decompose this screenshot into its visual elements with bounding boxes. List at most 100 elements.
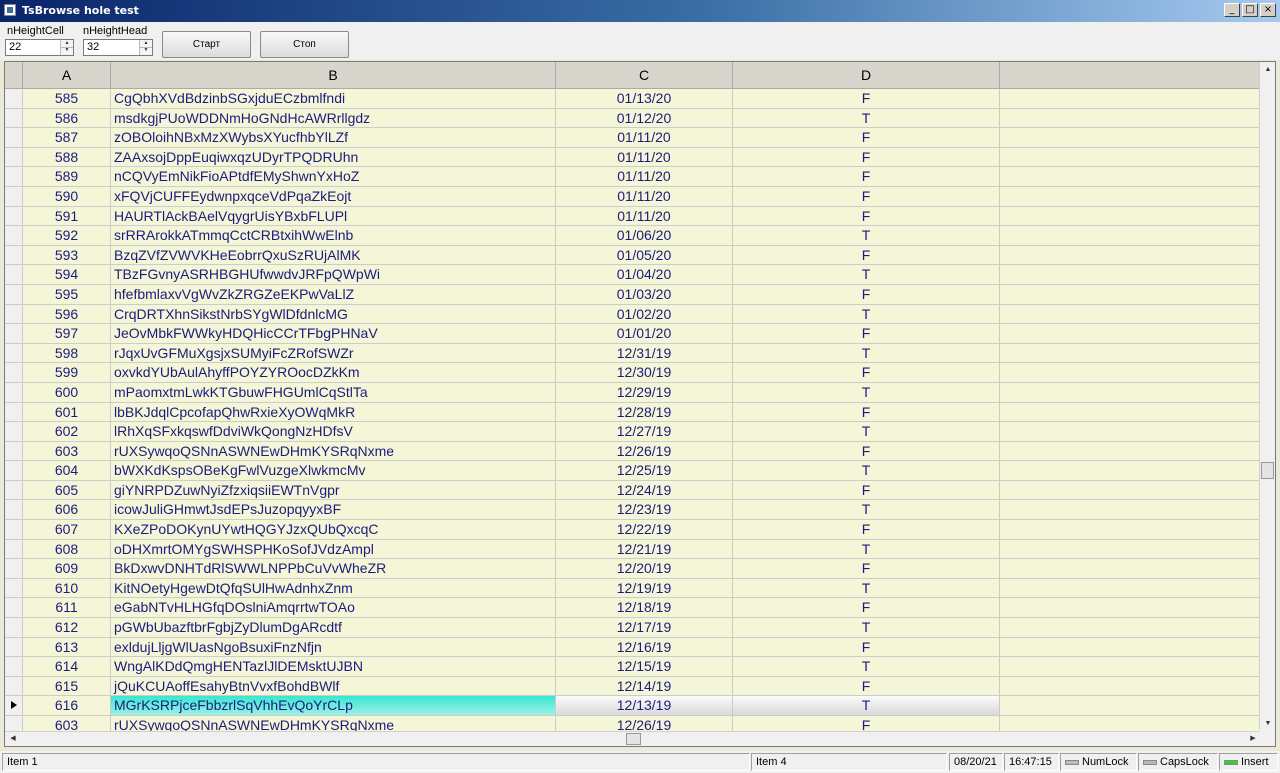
cell-a[interactable]: 606 <box>23 500 111 521</box>
table-row[interactable]: 597 JeOvMbkFWWkyHDQHicCCrTFbgPHNaV 01/01/2… <box>5 324 1261 344</box>
cell-empty[interactable] <box>1000 637 1261 658</box>
table-row[interactable]: 586 msdkgjPUoWDDNmHoGNdHcAWRrllgdz 01/12/2… <box>5 108 1261 129</box>
height-cell-value[interactable]: 22 <box>9 41 21 53</box>
table-row[interactable]: 588 ZAAxsojDppEuqiwxqzUDyrTPQDRUhn 01/11/2… <box>5 147 1261 168</box>
cell-b[interactable]: CgQbhXVdBdzinbSGxjduECzbmlfndi <box>111 89 556 109</box>
table-row[interactable]: 589 nCQVyEmNikFioAPtdfEMyShwnYxHoZ 01/11/2… <box>5 167 1261 187</box>
cell-empty[interactable] <box>1000 128 1261 148</box>
cell-d[interactable]: F <box>733 402 1000 423</box>
cell-empty[interactable] <box>1000 578 1261 599</box>
row-indicator[interactable] <box>5 500 23 521</box>
table-row[interactable]: 599 oxvkdYUbAulAhyffPOYZYROocDZkKm 12/30/1… <box>5 363 1261 383</box>
cell-empty[interactable] <box>1000 520 1261 540</box>
row-indicator[interactable] <box>5 441 23 462</box>
cell-b[interactable]: msdkgjPUoWDDNmHoGNdHcAWRrllgdz <box>111 108 556 129</box>
cell-c[interactable]: 12/19/19 <box>556 578 733 599</box>
vertical-scroll-thumb[interactable] <box>1261 462 1274 479</box>
cell-empty[interactable] <box>1000 598 1261 619</box>
cell-c[interactable]: 01/01/20 <box>556 324 733 344</box>
table-row[interactable]: 614 WngAlKDdQmgHENTazlJlDEMsktUJBN 12/15/1… <box>5 657 1261 677</box>
row-indicator[interactable] <box>5 618 23 638</box>
cell-empty[interactable] <box>1000 539 1261 560</box>
height-cell-spinner[interactable]: 22 ▲ ▼ <box>5 39 74 56</box>
row-indicator[interactable] <box>5 480 23 501</box>
row-indicator[interactable] <box>5 186 23 207</box>
table-row[interactable]: 601 lbBKJdqlCpcofapQhwRxieXyOWqMkR 12/28/1… <box>5 402 1261 423</box>
cell-c[interactable]: 12/30/19 <box>556 363 733 383</box>
close-button[interactable]: × <box>1260 3 1276 17</box>
cell-c[interactable]: 12/20/19 <box>556 559 733 579</box>
table-row-selected[interactable]: 616 MGrKSRPjceFbbzrlSqVhhEvQoYrCLp 12/13/1… <box>5 696 1261 716</box>
table-row[interactable]: 605 giYNRPDZuwNyiZfzxiqsiiEWTnVgpr 12/24/1… <box>5 480 1261 501</box>
maximize-button[interactable]: □ <box>1242 3 1258 17</box>
cell-d[interactable]: F <box>733 598 1000 619</box>
height-head-spinner[interactable]: 32 ▲ ▼ <box>83 39 153 56</box>
column-header-d[interactable]: D <box>733 62 1000 89</box>
row-indicator[interactable] <box>5 147 23 168</box>
cell-d[interactable]: T <box>733 696 1000 716</box>
cell-empty[interactable] <box>1000 363 1261 383</box>
cell-a[interactable]: 605 <box>23 480 111 501</box>
row-indicator[interactable] <box>5 363 23 383</box>
cell-c[interactable]: 12/25/19 <box>556 461 733 481</box>
cell-a[interactable]: 590 <box>23 186 111 207</box>
row-indicator[interactable] <box>5 206 23 227</box>
cell-b[interactable]: BzqZVfZVWVKHeEobrrQxuSzRUjAlMK <box>111 245 556 266</box>
row-indicator[interactable] <box>5 559 23 579</box>
cell-empty[interactable] <box>1000 284 1261 305</box>
cell-empty[interactable] <box>1000 676 1261 697</box>
row-indicator[interactable] <box>5 637 23 658</box>
column-header-b[interactable]: B <box>111 62 556 89</box>
cell-b[interactable]: rUXSywqoQSNnASWNEwDHmKYSRqNxme <box>111 441 556 462</box>
cell-empty[interactable] <box>1000 441 1261 462</box>
cell-a[interactable]: 589 <box>23 167 111 187</box>
minimize-button[interactable]: _ <box>1224 3 1240 17</box>
row-indicator[interactable] <box>5 245 23 266</box>
cell-b[interactable]: KitNOetyHgewDtQfqSUlHwAdnhxZnm <box>111 578 556 599</box>
row-indicator[interactable] <box>5 657 23 677</box>
cell-empty[interactable] <box>1000 147 1261 168</box>
cell-b[interactable]: zOBOloihNBxMzXWybsXYucfhbYlLZf <box>111 128 556 148</box>
row-indicator[interactable] <box>5 108 23 129</box>
cell-a[interactable]: 600 <box>23 382 111 403</box>
row-indicator[interactable] <box>5 89 23 109</box>
cell-d[interactable]: T <box>733 578 1000 599</box>
cell-d[interactable]: F <box>733 520 1000 540</box>
cell-b[interactable]: giYNRPDZuwNyiZfzxiqsiiEWTnVgpr <box>111 480 556 501</box>
cell-d[interactable]: F <box>733 559 1000 579</box>
start-button[interactable]: Старт <box>162 31 251 58</box>
table-row[interactable]: 611 eGabNTvHLHGfqDOslniAmqrrtwTOAo 12/18/1… <box>5 598 1261 619</box>
table-row[interactable]: 594 TBzFGvnyASRHBGHUfwwdvJRFpQWpWi 01/04/2… <box>5 265 1261 285</box>
row-indicator[interactable] <box>5 226 23 246</box>
cell-a[interactable]: 604 <box>23 461 111 481</box>
table-row[interactable]: 610 KitNOetyHgewDtQfqSUlHwAdnhxZnm 12/19/1… <box>5 578 1261 599</box>
cell-empty[interactable] <box>1000 402 1261 423</box>
cell-a[interactable]: 595 <box>23 284 111 305</box>
cell-b[interactable]: jQuKCUAoffEsahyBtnVvxfBohdBWlf <box>111 676 556 697</box>
cell-a[interactable]: 587 <box>23 128 111 148</box>
cell-d[interactable]: T <box>733 422 1000 442</box>
row-indicator[interactable] <box>5 676 23 697</box>
cell-empty[interactable] <box>1000 324 1261 344</box>
cell-a[interactable]: 597 <box>23 324 111 344</box>
cell-empty[interactable] <box>1000 167 1261 187</box>
cell-b[interactable]: bWXKdKspsOBeKgFwlVuzgeXlwkmcMv <box>111 461 556 481</box>
cell-d[interactable]: T <box>733 343 1000 364</box>
row-indicator[interactable] <box>5 422 23 442</box>
cell-empty[interactable] <box>1000 206 1261 227</box>
table-row[interactable]: 609 BkDxwvDNHTdRlSWWLNPPbCuVvWheZR 12/20/1… <box>5 559 1261 579</box>
table-row[interactable]: 595 hfefbmlaxvVgWvZkZRGZeEKPwVaLlZ 01/03/2… <box>5 284 1261 305</box>
table-row[interactable]: 585 CgQbhXVdBdzinbSGxjduECzbmlfndi 01/13/2… <box>5 89 1261 109</box>
cell-a[interactable]: 588 <box>23 147 111 168</box>
table-row[interactable]: 607 KXeZPoDOKynUYwtHQGYJzxQUbQxcqC 12/22/1… <box>5 520 1261 540</box>
cell-b[interactable]: hfefbmlaxvVgWvZkZRGZeEKPwVaLlZ <box>111 284 556 305</box>
cell-b[interactable]: ZAAxsojDppEuqiwxqzUDyrTPQDRUhn <box>111 147 556 168</box>
cell-d[interactable]: F <box>733 245 1000 266</box>
table-row[interactable]: 615 jQuKCUAoffEsahyBtnVvxfBohdBWlf 12/14/1… <box>5 676 1261 697</box>
horizontal-scroll-thumb[interactable] <box>626 733 641 745</box>
cell-b[interactable]: KXeZPoDOKynUYwtHQGYJzxQUbQxcqC <box>111 520 556 540</box>
table-row[interactable]: 613 exldujLljgWlUasNgoBsuxiFnzNfjn 12/16/1… <box>5 637 1261 658</box>
cell-b[interactable]: CrqDRTXhnSikstNrbSYgWlDfdnlcMG <box>111 304 556 325</box>
cell-b[interactable]: nCQVyEmNikFioAPtdfEMyShwnYxHoZ <box>111 167 556 187</box>
cell-empty[interactable] <box>1000 480 1261 501</box>
